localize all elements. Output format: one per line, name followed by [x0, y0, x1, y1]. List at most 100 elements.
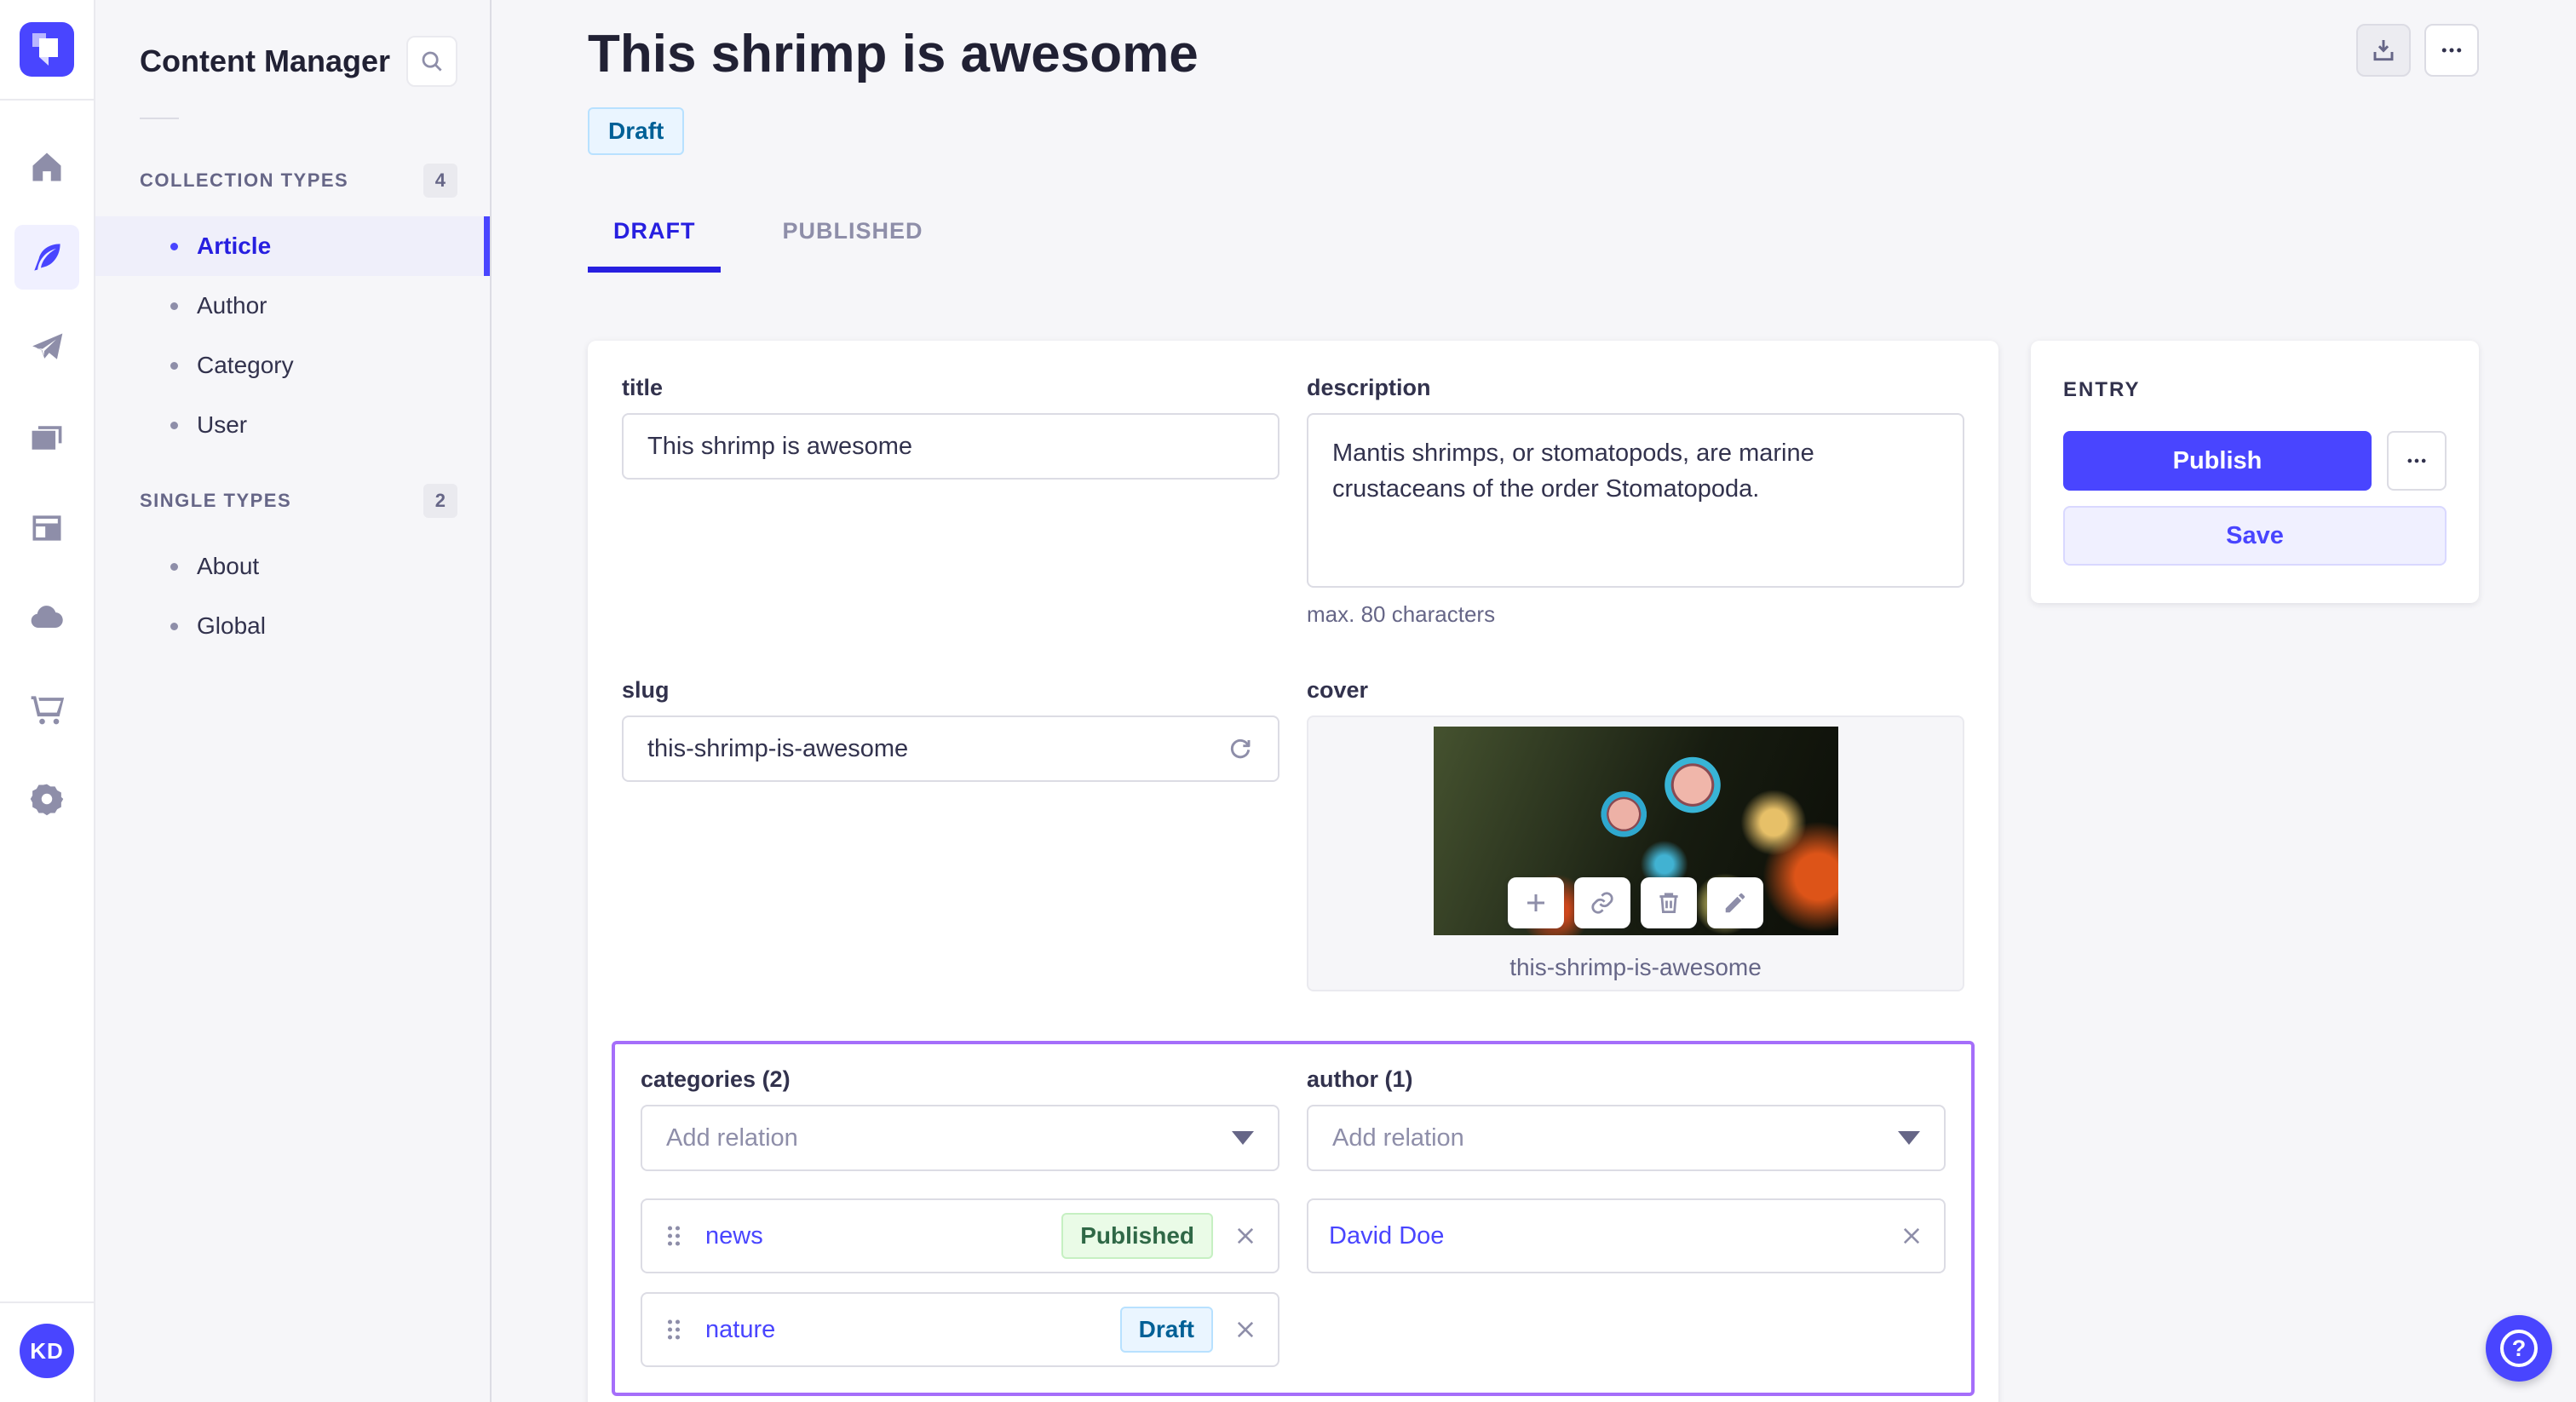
field-categories: categories (2) Add relation news Publish…	[641, 1066, 1279, 1368]
bullet-icon	[170, 562, 178, 571]
categories-relation-list: news Published nature Draft	[641, 1198, 1279, 1368]
sidebar-item-global[interactable]: Global	[95, 596, 490, 656]
drag-handle-icon[interactable]	[663, 1223, 685, 1249]
settings-icon[interactable]	[14, 767, 79, 831]
cover-label: cover	[1307, 677, 1369, 704]
relation-item-david-doe: David Doe	[1307, 1198, 1946, 1274]
help-button[interactable]: ?	[2486, 1315, 2552, 1382]
status-badge: Draft	[588, 107, 685, 156]
sidebar-item-user[interactable]: User	[95, 395, 490, 455]
tab-published[interactable]: PUBLISHED	[756, 206, 948, 273]
export-button[interactable]	[2356, 24, 2411, 77]
bullet-icon	[170, 302, 178, 310]
slug-input[interactable]: this-shrimp-is-awesome	[622, 715, 1279, 783]
title-label: title	[622, 375, 664, 401]
media-library-icon[interactable]	[14, 405, 79, 470]
title-value: This shrimp is awesome	[647, 432, 913, 460]
plus-icon	[1527, 893, 1544, 911]
relation-link[interactable]: David Doe	[1329, 1222, 1879, 1250]
sidebar-item-about[interactable]: About	[95, 537, 490, 596]
entry-panel-title: ENTRY	[2063, 378, 2141, 402]
subnav-divider	[140, 118, 179, 119]
sidebar-item-category[interactable]: Category	[95, 336, 490, 395]
field-title: title This shrimp is awesome	[622, 375, 1279, 628]
drag-handle-icon[interactable]	[663, 1317, 685, 1342]
bullet-icon	[170, 421, 178, 429]
sidebar-item-label: About	[197, 553, 260, 579]
remove-relation-button[interactable]	[1233, 1318, 1257, 1342]
delete-asset-button[interactable]	[1641, 876, 1697, 928]
user-avatar[interactable]: KD	[20, 1324, 74, 1378]
header-actions	[2356, 24, 2479, 77]
strapi-logo[interactable]	[20, 22, 74, 77]
main-content: This shrimp is awesome Draft DRAFT PUBLI…	[492, 0, 2576, 1402]
releases-icon[interactable]	[14, 315, 79, 380]
relation-item-nature: nature Draft	[641, 1292, 1279, 1368]
categories-placeholder: Add relation	[666, 1123, 798, 1152]
collection-types-heading: COLLECTION TYPES	[140, 170, 349, 191]
field-description: description Mantis shrimps, or stomatopo…	[1307, 375, 1964, 628]
description-label: description	[1307, 375, 1431, 401]
remove-relation-button[interactable]	[1900, 1224, 1923, 1248]
version-tabs: DRAFT PUBLISHED	[588, 206, 2479, 273]
title-input[interactable]: This shrimp is awesome	[622, 413, 1279, 480]
home-icon[interactable]	[14, 135, 79, 199]
rail-bottom-divider	[0, 1301, 95, 1303]
description-textarea[interactable]: Mantis shrimps, or stomatopods, are mari…	[1307, 413, 1964, 589]
author-relation-list: David Doe	[1307, 1198, 1946, 1274]
slug-value: this-shrimp-is-awesome	[647, 734, 909, 762]
page-title: This shrimp is awesome	[588, 25, 1199, 83]
content-type-builder-icon[interactable]	[14, 496, 79, 560]
cover-caption: this-shrimp-is-awesome	[1509, 953, 1762, 980]
description-value: Mantis shrimps, or stomatopods, are mari…	[1332, 440, 1814, 503]
content-manager-icon[interactable]	[14, 225, 79, 290]
trash-icon	[1659, 893, 1678, 913]
close-icon	[1237, 1322, 1254, 1338]
search-icon	[422, 51, 442, 72]
field-cover: cover this-shrimp-is-awesome	[1307, 677, 1964, 992]
more-icon	[2407, 458, 2426, 463]
more-icon	[2441, 48, 2462, 53]
sidebar-item-author[interactable]: Author	[95, 276, 490, 336]
slug-label: slug	[622, 677, 670, 704]
marketplace-icon[interactable]	[14, 586, 79, 651]
save-button[interactable]: Save	[2063, 506, 2447, 566]
sidebar-item-label: Article	[197, 233, 272, 259]
field-author: author (1) Add relation David Doe	[1307, 1066, 1946, 1367]
remove-relation-button[interactable]	[1233, 1224, 1257, 1248]
refresh-icon[interactable]	[1227, 735, 1254, 762]
header-more-button[interactable]	[2424, 24, 2479, 77]
sidebar-item-label: Author	[197, 292, 267, 319]
categories-label: categories (2)	[641, 1066, 791, 1093]
sidebar-item-label: Global	[197, 612, 266, 639]
sidebar-item-article[interactable]: Article	[95, 216, 490, 276]
question-mark-icon: ?	[2500, 1330, 2538, 1367]
sidebar-item-label: User	[197, 411, 248, 438]
copy-link-button[interactable]	[1574, 876, 1630, 928]
link-icon	[1591, 892, 1613, 914]
edit-asset-button[interactable]	[1707, 876, 1763, 928]
publish-button[interactable]: Publish	[2063, 431, 2372, 491]
bullet-icon	[170, 361, 178, 370]
bullet-icon	[170, 242, 178, 250]
sidebar-item-label: Category	[197, 352, 294, 378]
chevron-down-icon	[1898, 1131, 1920, 1146]
tab-draft[interactable]: DRAFT	[588, 206, 722, 273]
entry-panel: ENTRY Publish Save	[2031, 341, 2479, 604]
subnav-title: Content Manager	[140, 43, 391, 78]
entry-more-button[interactable]	[2387, 431, 2447, 491]
author-relation-select[interactable]: Add relation	[1307, 1105, 1946, 1172]
single-types-heading: SINGLE TYPES	[140, 490, 292, 511]
pencil-icon	[1725, 893, 1745, 912]
author-placeholder: Add relation	[1332, 1123, 1464, 1152]
relation-status-badge: Published	[1061, 1213, 1213, 1260]
categories-relation-select[interactable]: Add relation	[641, 1105, 1279, 1172]
search-button[interactable]	[406, 36, 457, 87]
close-icon	[1903, 1228, 1920, 1244]
purchase-icon[interactable]	[14, 676, 79, 741]
relation-link[interactable]: nature	[705, 1316, 1100, 1344]
rail-bottom: KD	[0, 1301, 95, 1402]
collection-types-count-badge: 4	[423, 164, 457, 198]
add-asset-button[interactable]	[1508, 876, 1564, 928]
relation-link[interactable]: news	[705, 1222, 1041, 1250]
